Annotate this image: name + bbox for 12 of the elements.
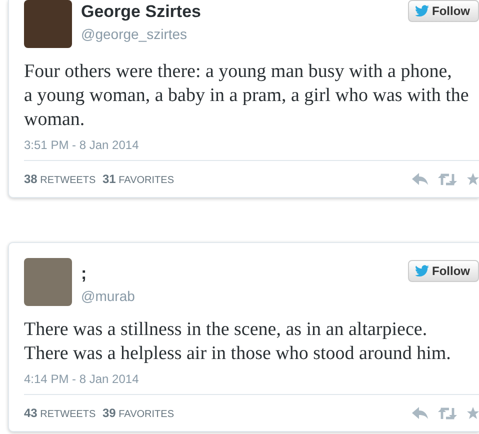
tweet-text: Four others were there: a young man busy with a phone, a young woman, a baby in a pram, a girl who was with the woman. [24, 60, 470, 132]
tweet-stats: 43 RETWEETS 39 FAVORITES [24, 406, 174, 420]
follow-button[interactable]: Follow [408, 260, 479, 282]
user-handle: @murab [81, 287, 135, 305]
user-name: ; [81, 264, 88, 284]
follow-button[interactable]: Follow [408, 0, 479, 22]
tweet-stats: 38 RETWEETS 31 FAVORITES [24, 172, 174, 186]
tweet-timestamp: 3:51 PM - 8 Jan 2014 [24, 138, 140, 152]
user-handle: @george_szirtes [81, 25, 188, 43]
tweet-timestamp: 4:14 PM - 8 Jan 2014 [24, 372, 140, 386]
user-name: George Szirtes [81, 2, 201, 22]
tweet-text: There was a stillness in the scene, as in an altarpiece. There was a helpless air in those who stood around him. [24, 318, 452, 366]
